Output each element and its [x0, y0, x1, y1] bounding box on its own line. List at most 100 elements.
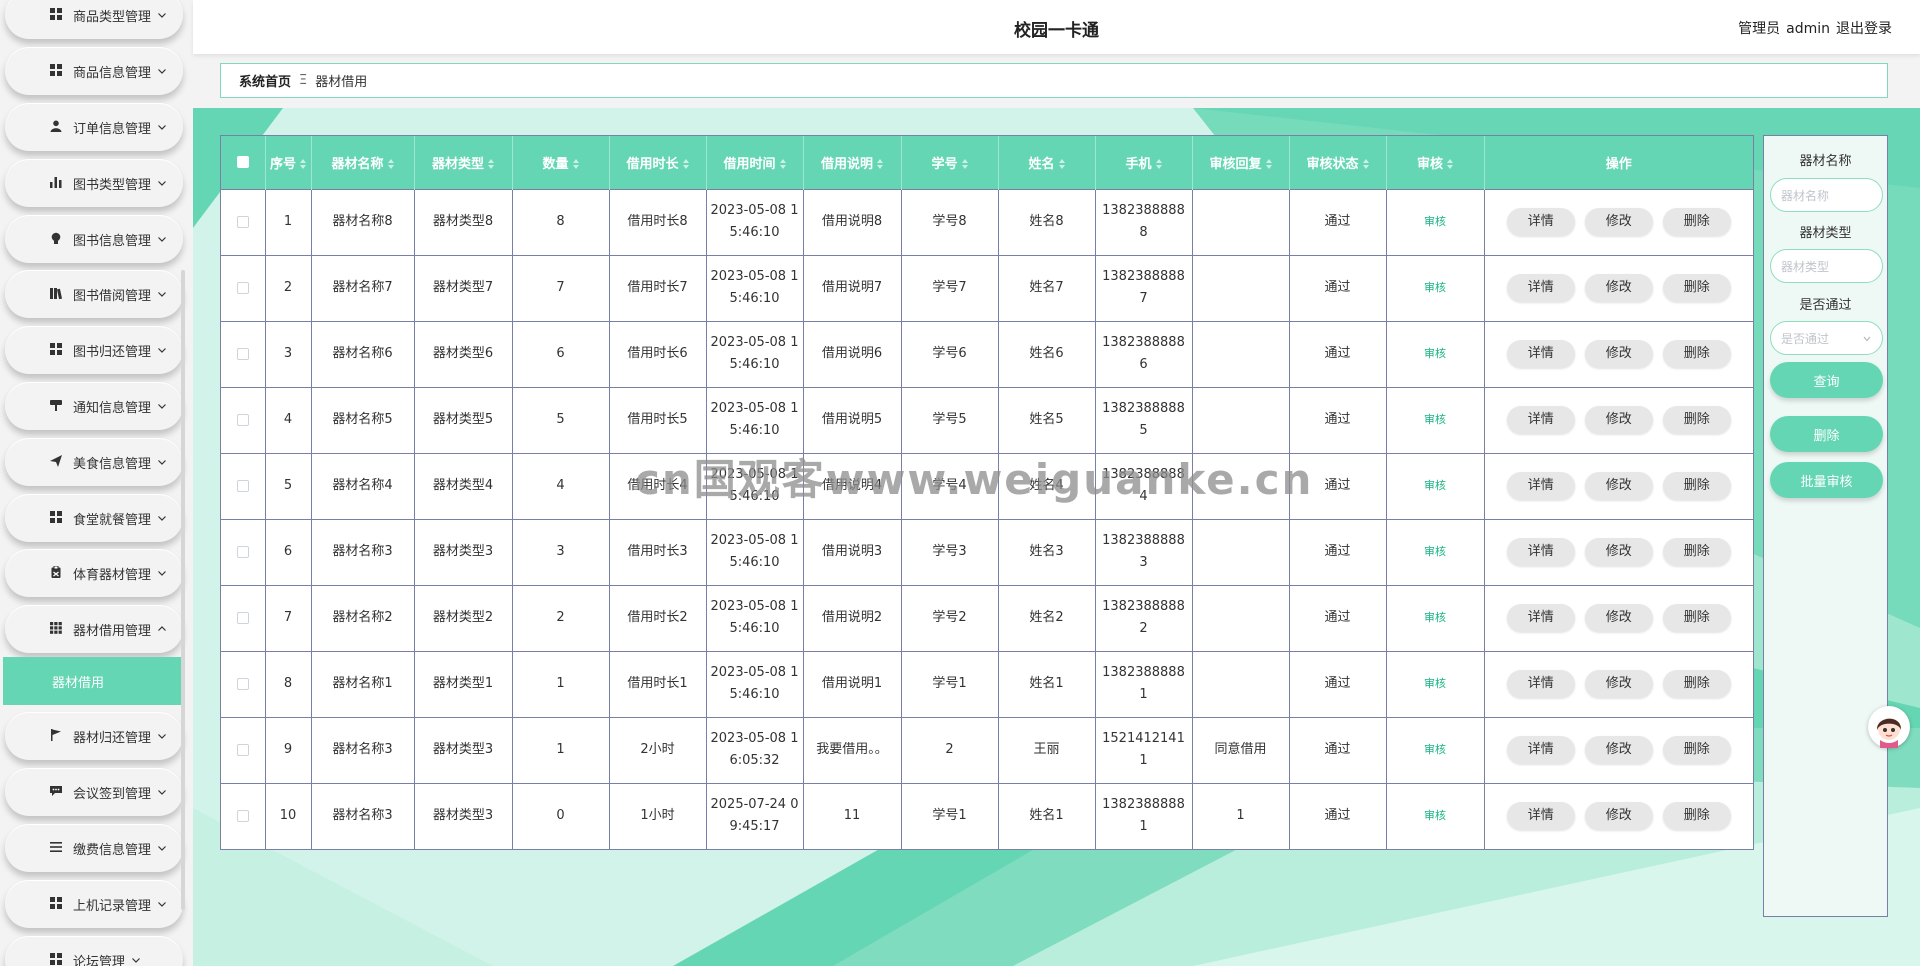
- delete-selected-button[interactable]: 删除: [1770, 416, 1883, 452]
- delete-button[interactable]: 删除: [1662, 670, 1731, 698]
- select-all-header[interactable]: [221, 136, 266, 189]
- edit-button[interactable]: 修改: [1584, 208, 1653, 236]
- delete-button[interactable]: 删除: [1662, 604, 1731, 632]
- sidebar-item[interactable]: 美食信息管理: [5, 438, 183, 486]
- column-header[interactable]: 手机: [1095, 136, 1193, 189]
- detail-button[interactable]: 详情: [1506, 670, 1575, 698]
- sidebar-scrollbar[interactable]: [181, 270, 185, 910]
- sort-icon[interactable]: [779, 159, 786, 170]
- edit-button[interactable]: 修改: [1584, 472, 1653, 500]
- sort-icon[interactable]: [1265, 159, 1272, 170]
- audit-link[interactable]: 审核: [1424, 677, 1446, 690]
- column-header[interactable]: 器材类型: [414, 136, 513, 189]
- detail-button[interactable]: 详情: [1506, 802, 1575, 831]
- column-header[interactable]: 审核: [1386, 136, 1485, 189]
- detail-button[interactable]: 详情: [1506, 604, 1575, 632]
- breadcrumb-home[interactable]: 系统首页: [239, 71, 291, 90]
- edit-button[interactable]: 修改: [1584, 538, 1653, 566]
- delete-button[interactable]: 删除: [1662, 208, 1731, 236]
- delete-button[interactable]: 删除: [1662, 472, 1731, 500]
- equipment-name-input[interactable]: 器材名称: [1770, 178, 1883, 212]
- detail-button[interactable]: 详情: [1506, 274, 1575, 302]
- sidebar-item[interactable]: 食堂就餐管理: [5, 494, 183, 542]
- row-checkbox[interactable]: [236, 215, 249, 228]
- passed-select[interactable]: 是否通过: [1770, 321, 1883, 355]
- detail-button[interactable]: 详情: [1506, 340, 1575, 368]
- sort-icon[interactable]: [572, 159, 579, 170]
- audit-link[interactable]: 审核: [1424, 413, 1446, 426]
- detail-button[interactable]: 详情: [1506, 538, 1575, 566]
- row-checkbox[interactable]: [236, 347, 249, 360]
- audit-link[interactable]: 审核: [1424, 281, 1446, 294]
- sidebar-item[interactable]: 通知信息管理: [5, 382, 183, 430]
- sort-icon[interactable]: [1155, 159, 1162, 170]
- sort-icon[interactable]: [877, 159, 883, 170]
- assistant-avatar[interactable]: [1868, 706, 1910, 748]
- sidebar-item[interactable]: 会议签到管理: [5, 768, 183, 816]
- column-header[interactable]: 审核回复: [1192, 136, 1290, 189]
- edit-button[interactable]: 修改: [1584, 604, 1653, 632]
- sidebar-item[interactable]: 商品类型管理: [5, 0, 183, 39]
- equipment-type-input[interactable]: 器材类型: [1770, 249, 1883, 283]
- sidebar-item[interactable]: 体育器材管理: [5, 549, 183, 597]
- column-header[interactable]: 姓名: [998, 136, 1096, 189]
- delete-button[interactable]: 删除: [1662, 406, 1731, 434]
- sidebar-item[interactable]: 图书归还管理: [5, 326, 183, 374]
- sort-icon[interactable]: [300, 159, 306, 170]
- sidebar-item[interactable]: 器材借用管理: [5, 605, 183, 653]
- sidebar-item[interactable]: 缴费信息管理: [5, 824, 183, 872]
- query-button[interactable]: 查询: [1770, 362, 1883, 398]
- column-header[interactable]: 学号: [901, 136, 999, 189]
- detail-button[interactable]: 详情: [1506, 472, 1575, 500]
- delete-button[interactable]: 删除: [1662, 802, 1731, 831]
- audit-link[interactable]: 审核: [1424, 479, 1446, 492]
- row-checkbox[interactable]: [236, 281, 249, 294]
- audit-link[interactable]: 审核: [1424, 809, 1446, 822]
- audit-link[interactable]: 审核: [1424, 611, 1446, 624]
- row-checkbox[interactable]: [236, 545, 249, 558]
- sort-icon[interactable]: [1058, 159, 1065, 170]
- row-checkbox[interactable]: [236, 677, 249, 690]
- audit-link[interactable]: 审核: [1424, 347, 1446, 360]
- sort-icon[interactable]: [488, 159, 494, 170]
- row-checkbox[interactable]: [236, 809, 249, 822]
- sort-icon[interactable]: [387, 159, 394, 170]
- logout-link[interactable]: 退出登录: [1836, 21, 1892, 37]
- delete-button[interactable]: 删除: [1662, 340, 1731, 368]
- row-checkbox[interactable]: [236, 479, 249, 492]
- sort-icon[interactable]: [961, 159, 968, 170]
- edit-button[interactable]: 修改: [1584, 274, 1653, 302]
- delete-button[interactable]: 删除: [1662, 736, 1731, 764]
- sidebar-item[interactable]: 上机记录管理: [5, 880, 183, 928]
- column-header[interactable]: 数量: [512, 136, 610, 189]
- select-all-checkbox[interactable]: [236, 156, 249, 169]
- sort-icon[interactable]: [1362, 159, 1369, 170]
- edit-button[interactable]: 修改: [1584, 406, 1653, 434]
- sidebar-item[interactable]: 订单信息管理: [5, 103, 183, 151]
- edit-button[interactable]: 修改: [1584, 670, 1653, 698]
- sidebar-item[interactable]: 器材归还管理: [5, 712, 183, 760]
- column-header[interactable]: 借用说明: [803, 136, 902, 189]
- sidebar-subitem-active[interactable]: 器材借用: [3, 657, 183, 705]
- delete-button[interactable]: 删除: [1662, 538, 1731, 566]
- sort-icon[interactable]: [1447, 159, 1453, 170]
- row-checkbox[interactable]: [236, 611, 249, 624]
- delete-button[interactable]: 删除: [1662, 274, 1731, 302]
- column-header[interactable]: 器材名称: [311, 136, 415, 189]
- audit-link[interactable]: 审核: [1424, 743, 1446, 756]
- detail-button[interactable]: 详情: [1506, 208, 1575, 236]
- edit-button[interactable]: 修改: [1584, 340, 1653, 368]
- detail-button[interactable]: 详情: [1506, 406, 1575, 434]
- sidebar-item[interactable]: 论坛管理: [5, 936, 183, 966]
- sidebar-item[interactable]: 商品信息管理: [5, 47, 183, 95]
- sidebar-item[interactable]: 图书类型管理: [5, 159, 183, 207]
- column-header[interactable]: 序号: [265, 136, 312, 189]
- audit-link[interactable]: 审核: [1424, 215, 1446, 228]
- row-checkbox[interactable]: [236, 743, 249, 756]
- detail-button[interactable]: 详情: [1506, 736, 1575, 764]
- edit-button[interactable]: 修改: [1584, 802, 1653, 831]
- batch-audit-button[interactable]: 批量审核: [1770, 462, 1883, 498]
- column-header[interactable]: 借用时间: [706, 136, 804, 189]
- audit-link[interactable]: 审核: [1424, 545, 1446, 558]
- column-header[interactable]: 借用时长: [609, 136, 707, 189]
